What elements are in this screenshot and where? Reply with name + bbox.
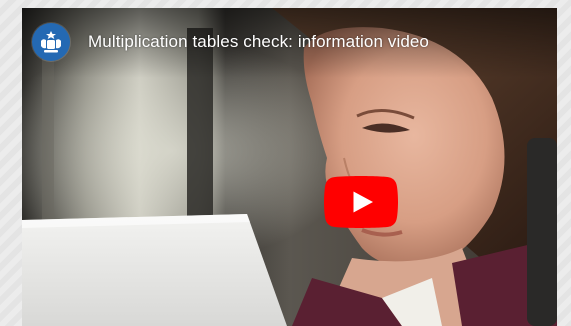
- channel-avatar[interactable]: [32, 23, 70, 61]
- youtube-play-icon: [324, 176, 398, 228]
- video-player[interactable]: Multiplication tables check: information…: [22, 8, 557, 326]
- video-title[interactable]: Multiplication tables check: information…: [88, 32, 429, 52]
- royal-coat-of-arms-icon: [41, 31, 61, 53]
- play-button[interactable]: [324, 176, 398, 228]
